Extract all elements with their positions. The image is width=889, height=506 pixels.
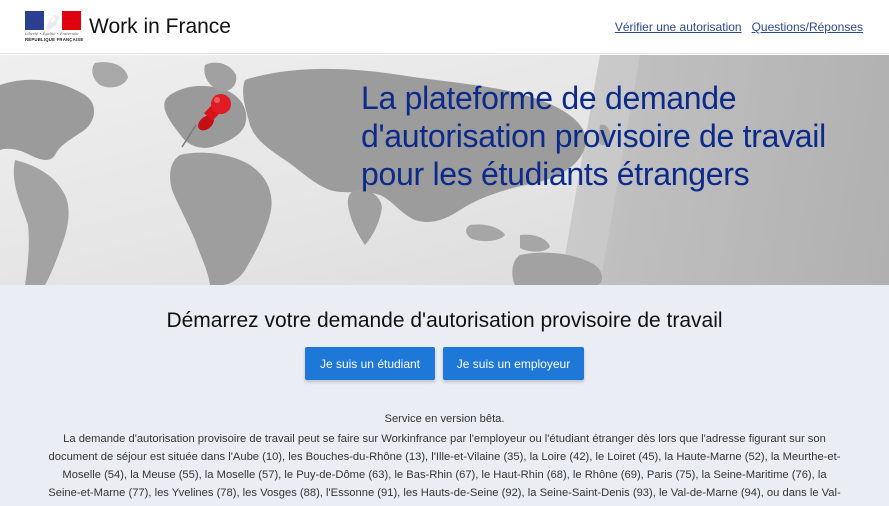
motto-text: Liberté • Égalité • Fraternité xyxy=(25,32,79,36)
beta-notice: Service en version bêta. xyxy=(384,413,505,425)
marianne-flag-icon xyxy=(25,11,81,30)
employer-button[interactable]: Je suis un employeur xyxy=(443,347,584,380)
student-button[interactable]: Je suis un étudiant xyxy=(305,347,435,380)
site-title[interactable]: Work in France xyxy=(89,15,231,39)
republique-francaise-text: RÉPUBLIQUE FRANÇAISE xyxy=(25,37,84,42)
start-application-section: Démarrez votre demande d'autorisation pr… xyxy=(0,285,889,506)
nav-link-faq[interactable]: Questions/Réponses xyxy=(752,20,863,34)
nav-link-verify-authorization[interactable]: Vérifier une autorisation xyxy=(615,20,742,34)
header-nav: Vérifier une autorisation Questions/Répo… xyxy=(615,20,863,34)
eligibility-description: La demande d'autorisation provisoire de … xyxy=(48,433,841,506)
republique-francaise-logo[interactable]: Liberté • Égalité • Fraternité RÉPUBLIQU… xyxy=(25,11,84,43)
site-header: Liberté • Égalité • Fraternité RÉPUBLIQU… xyxy=(0,0,889,54)
cta-title: Démarrez votre demande d'autorisation pr… xyxy=(166,309,723,332)
hero-title: La plateforme de demande d'autorisation … xyxy=(361,80,826,192)
hero-banner: La plateforme de demande d'autorisation … xyxy=(0,55,889,285)
